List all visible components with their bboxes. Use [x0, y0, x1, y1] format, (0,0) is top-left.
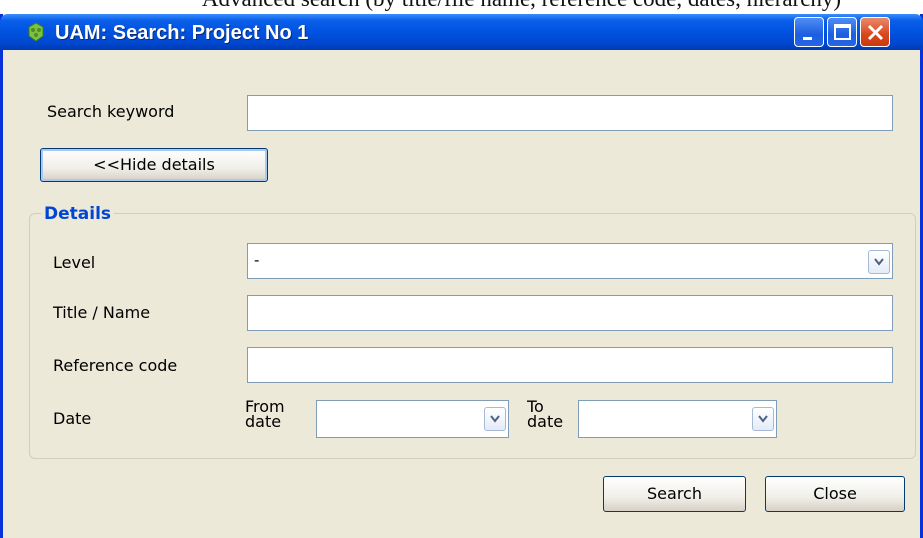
level-label: Level — [53, 253, 96, 272]
window-title: UAM: Search: Project No 1 — [55, 22, 309, 44]
app-icon — [28, 22, 44, 42]
to-date-label: To date — [527, 399, 564, 431]
hide-details-button[interactable]: <<Hide details — [40, 148, 268, 182]
reference-code-input[interactable] — [247, 347, 893, 383]
title-name-label: Title / Name — [53, 303, 151, 322]
search-button[interactable]: Search — [603, 476, 746, 512]
from-date-dropdown-button[interactable] — [484, 407, 506, 431]
search-keyword-label: Search keyword — [47, 102, 175, 121]
date-label: Date — [53, 409, 92, 428]
chevron-down-icon — [490, 415, 500, 423]
maximize-button[interactable] — [827, 17, 857, 47]
close-icon — [867, 24, 884, 41]
close-window-button[interactable] — [860, 17, 890, 47]
chevron-down-icon — [874, 258, 884, 266]
title-bar[interactable]: UAM: Search: Project No 1 — [0, 14, 923, 50]
level-dropdown-button[interactable] — [868, 250, 890, 274]
chevron-down-icon — [758, 415, 768, 423]
title-name-input[interactable] — [247, 295, 893, 331]
minimize-icon — [803, 37, 812, 40]
to-date-select[interactable] — [578, 400, 777, 438]
details-legend: Details — [41, 204, 115, 224]
from-date-select[interactable] — [316, 400, 509, 438]
minimize-button[interactable] — [794, 17, 824, 47]
from-date-label: From date — [245, 399, 285, 431]
to-date-label-line2: date — [527, 412, 564, 431]
level-selected-value: - — [254, 251, 260, 269]
to-date-dropdown-button[interactable] — [752, 407, 774, 431]
maximize-icon — [834, 24, 851, 40]
search-keyword-input[interactable] — [247, 95, 893, 131]
search-dialog: UAM: Search: Project No 1 Search keyword… — [0, 14, 923, 538]
reference-code-label: Reference code — [53, 356, 178, 375]
from-date-label-line2: date — [245, 412, 282, 431]
level-select[interactable]: - — [247, 243, 893, 279]
close-button[interactable]: Close — [765, 476, 905, 512]
